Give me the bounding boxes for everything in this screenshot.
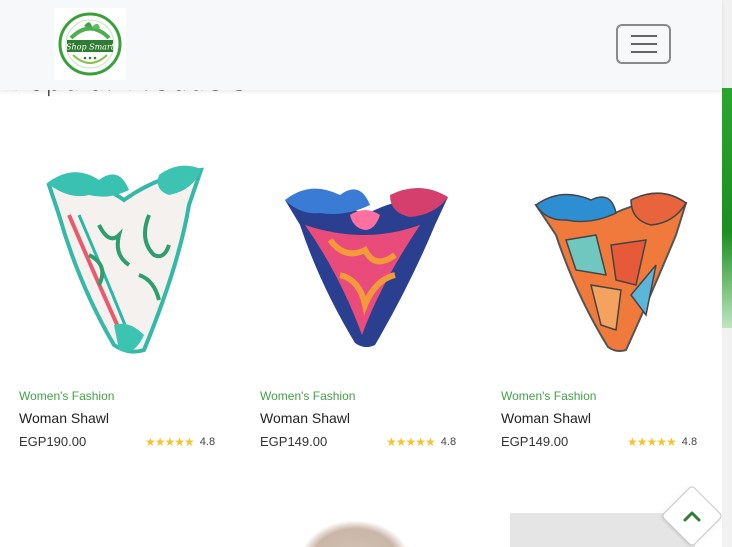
product-image[interactable] (19, 135, 229, 375)
menu-toggle-button[interactable] (616, 24, 671, 64)
scarf-image-orange-mosaic (534, 192, 688, 352)
star-rating-icon: ★★★★★ (145, 435, 195, 449)
product-rating: ★★★★★ 4.8 (627, 435, 697, 449)
rating-value: 4.8 (681, 436, 698, 448)
logo-link[interactable]: Shop Smart (54, 8, 126, 80)
scarf-image-white-floral (46, 165, 204, 354)
star-rating-icon: ★★★★★ (627, 435, 677, 449)
product-card[interactable]: Women's Fashion Woman Shawl EGP149.00 ★★… (260, 135, 470, 449)
rating-value: 4.8 (199, 436, 216, 448)
navbar: Shop Smart (0, 0, 722, 90)
product-category[interactable]: Women's Fashion (501, 389, 596, 403)
product-name[interactable]: Woman Shawl (260, 410, 350, 426)
chevron-up-icon (683, 511, 701, 522)
product-card[interactable]: Women's Fashion Woman Shawl EGP149.00 ★★… (501, 135, 711, 449)
product-category[interactable]: Women's Fashion (19, 389, 114, 403)
rating-value: 4.8 (440, 436, 457, 448)
page-scrollbar[interactable] (722, 0, 732, 547)
product-price: EGP149.00 (260, 434, 328, 449)
star-rating-icon: ★★★★★ (386, 435, 436, 449)
product-rating: ★★★★★ 4.8 (386, 435, 456, 449)
logo-text: Shop Smart (66, 43, 115, 52)
side-banner (722, 88, 732, 328)
product-category[interactable]: Women's Fashion (260, 389, 355, 403)
shop-smart-logo: Shop Smart (58, 12, 122, 76)
product-image-partial[interactable] (300, 520, 410, 547)
product-image[interactable] (260, 135, 470, 375)
product-price: EGP149.00 (501, 434, 569, 449)
product-card[interactable]: Women's Fashion Woman Shawl EGP190.00 ★★… (19, 135, 229, 449)
scarf-image-pink-navy (285, 187, 448, 348)
hamburger-icon (630, 35, 657, 53)
product-price: EGP190.00 (19, 434, 87, 449)
product-rating: ★★★★★ 4.8 (145, 435, 215, 449)
page: Popular Products Shop Smart (0, 0, 732, 547)
product-name[interactable]: Woman Shawl (19, 410, 109, 426)
product-name[interactable]: Woman Shawl (501, 410, 591, 426)
product-image[interactable] (501, 135, 711, 375)
